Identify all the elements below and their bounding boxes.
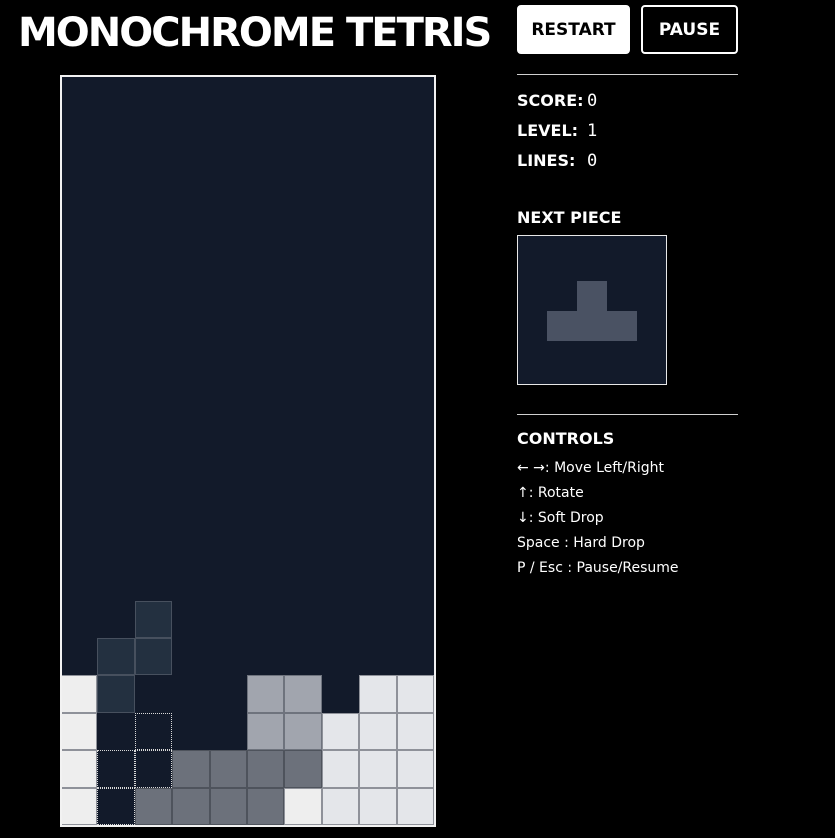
controls-list: ← →: Move Left/Right ↑: Rotate ↓: Soft D… [517,456,679,581]
locked-block [321,712,360,751]
locked-block [209,750,247,788]
locked-block [247,750,285,788]
level-value: 1 [587,121,598,141]
lines-label: LINES: [517,151,576,170]
active-piece-cell [97,675,135,713]
next-piece-cell [577,281,607,311]
score-value: 0 [587,91,598,111]
control-rotate: ↑: Rotate [517,485,584,501]
locked-block [321,787,360,825]
active-piece-cell [97,638,135,676]
level-stat: LEVEL: 1 [517,121,597,141]
controls-title: CONTROLS [517,429,615,448]
active-piece-cell [134,638,173,676]
locked-block [209,787,247,825]
locked-block [134,787,173,825]
control-hard-drop: Space : Hard Drop [517,535,645,551]
locked-block [172,750,210,788]
divider-top [517,74,738,75]
next-piece-cell [577,311,607,341]
locked-block [321,750,360,788]
control-move: ← →: Move Left/Right [517,460,664,476]
locked-block [62,675,98,713]
locked-block [359,712,397,751]
locked-block [62,750,98,788]
locked-block [62,787,98,825]
locked-block [359,750,397,788]
level-label: LEVEL: [517,121,579,140]
restart-button[interactable]: RESTART [517,5,630,54]
next-piece-preview [517,235,667,385]
locked-block [359,675,397,713]
game-title: MONOCHROME TETRIS [18,10,492,56]
game-board[interactable] [60,75,436,827]
locked-block [396,712,434,751]
pause-button[interactable]: PAUSE [641,5,738,54]
lines-value: 0 [587,151,598,171]
next-piece-title: NEXT PIECE [517,208,622,227]
control-pause: P / Esc : Pause/Resume [517,560,679,576]
lines-stat: LINES: 0 [517,151,597,171]
locked-block [396,750,434,788]
locked-block [247,787,285,825]
locked-block [284,675,322,713]
control-soft-drop: ↓: Soft Drop [517,510,604,526]
divider-bottom [517,414,738,415]
locked-block [284,787,322,825]
next-piece-cell [547,311,577,341]
locked-block [172,787,210,825]
active-piece-cell [134,600,173,638]
locked-block [284,712,322,751]
locked-block [62,712,98,751]
locked-block [284,750,322,788]
ghost-piece-cell [97,787,135,825]
ghost-piece-cell [97,750,135,788]
locked-block [247,712,285,751]
locked-block [396,787,434,825]
locked-block [396,675,434,713]
ghost-piece-cell [134,750,173,788]
locked-block [359,787,397,825]
score-label: SCORE: [517,91,584,110]
score-stat: SCORE: 0 [517,91,597,111]
locked-block [247,675,285,713]
ghost-piece-cell [134,712,173,751]
next-piece-cell [607,311,637,341]
